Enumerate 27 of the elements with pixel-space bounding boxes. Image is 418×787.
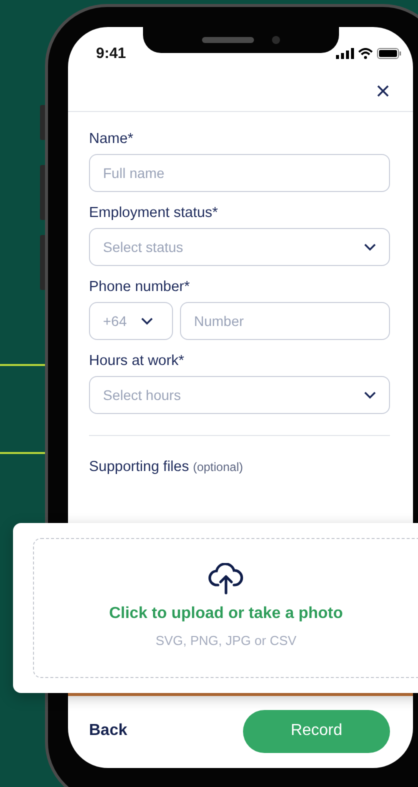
field-label: Hours at work* xyxy=(89,353,186,369)
text-field[interactable]: Full name xyxy=(89,154,390,192)
battery-icon xyxy=(377,48,401,58)
chevron-icon xyxy=(364,391,376,399)
phone-number-field[interactable]: Number xyxy=(180,302,390,340)
section-label: Supporting files xyxy=(89,459,189,475)
accent-line xyxy=(0,452,45,454)
chevron-icon xyxy=(140,317,153,325)
file-formats: SVG, PNG, JPG or CSV xyxy=(156,633,296,648)
back-button[interactable]: Back xyxy=(89,722,128,740)
wifi-icon xyxy=(358,48,373,58)
signal-icon xyxy=(336,48,354,58)
select-field[interactable]: Select hours xyxy=(89,376,390,414)
field-label: Name* xyxy=(89,131,134,147)
accent-line xyxy=(0,364,45,366)
field-label: Phone number* xyxy=(89,279,191,295)
record-button[interactable]: Record xyxy=(243,710,390,752)
optional-hint: (optional) xyxy=(192,460,243,474)
upload-dropzone[interactable]: Click to upload or take a photo SVG, PNG, JPG or CSV xyxy=(33,538,418,678)
chevron-icon xyxy=(364,243,376,251)
status-time: 9:41 xyxy=(96,44,126,62)
cloud-upload-icon xyxy=(208,563,244,595)
close-icon xyxy=(377,85,389,97)
country-code-select[interactable]: +64 xyxy=(89,302,173,340)
select-field[interactable]: Select status xyxy=(89,228,390,266)
upload-title: Click to upload or take a photo xyxy=(109,605,343,623)
field-label: Employment status* xyxy=(89,205,219,221)
